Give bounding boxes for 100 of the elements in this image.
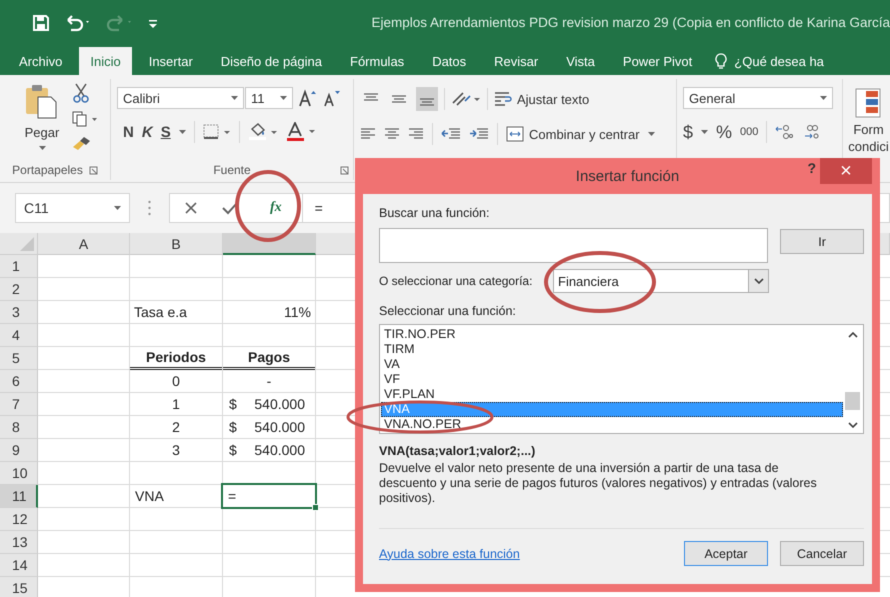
dialog-title: Insertar función xyxy=(576,168,680,184)
caret-icon[interactable] xyxy=(231,96,238,100)
grow-font-icon[interactable] xyxy=(299,89,317,107)
function-signature: VNA(tasa;valor1;valor2;...) xyxy=(379,444,536,458)
help-link[interactable]: Ayuda sobre esta función xyxy=(379,546,520,560)
ribbon-tab[interactable]: Diseño de página xyxy=(210,47,333,75)
function-item[interactable]: VNA.NO.PER xyxy=(381,417,843,432)
row-header[interactable]: 2 xyxy=(0,278,38,301)
font-color-icon[interactable] xyxy=(286,122,316,142)
row-header[interactable]: 14 xyxy=(0,554,38,577)
ribbon-tab[interactable]: Inicio xyxy=(79,47,132,75)
caret-icon[interactable] xyxy=(178,130,186,134)
function-item[interactable]: VF.PLAN xyxy=(381,387,843,402)
caret-icon[interactable] xyxy=(701,130,708,134)
currency-button[interactable]: $ xyxy=(683,122,694,142)
chevron-up-icon[interactable] xyxy=(848,332,858,338)
italic-button[interactable]: K xyxy=(142,124,153,140)
save-icon[interactable] xyxy=(32,14,50,32)
function-item[interactable]: TIRM xyxy=(381,342,843,357)
column-header[interactable]: A xyxy=(38,233,130,255)
row-header[interactable]: 13 xyxy=(0,531,38,554)
align-right-icon[interactable] xyxy=(408,127,424,141)
checkmark-icon[interactable] xyxy=(222,201,238,215)
row-header[interactable]: 15 xyxy=(0,577,38,597)
align-center-icon[interactable] xyxy=(384,127,400,141)
tell-me-search[interactable]: ¿Qué desea ha xyxy=(734,54,824,68)
caret-icon[interactable] xyxy=(648,132,655,136)
dialog-button[interactable]: Aceptar xyxy=(684,541,768,566)
increase-decimal-icon[interactable] xyxy=(775,124,794,140)
category-dropdown[interactable]: Financiera xyxy=(553,269,769,293)
underline-button[interactable]: S xyxy=(160,124,171,140)
merge-center-button[interactable]: Combinar y centrar xyxy=(506,126,640,142)
font-size-dropdown[interactable]: 11 xyxy=(245,87,293,109)
undo-icon[interactable] xyxy=(64,14,92,32)
function-item[interactable]: VA xyxy=(381,357,843,372)
orientation-icon[interactable] xyxy=(451,91,481,107)
percent-button[interactable]: % xyxy=(716,122,732,142)
ribbon-tab[interactable]: Power Pivot xyxy=(612,47,704,75)
insert-function-button[interactable]: fx xyxy=(262,200,290,216)
ribbon-tab[interactable]: Vista xyxy=(555,47,606,75)
function-label: Seleccionar una función: xyxy=(379,304,517,318)
scrollbar-thumb[interactable] xyxy=(845,392,860,410)
window-title: Ejemplos Arrendamientos PDG revision marzo 29 (Copia en conflicto de Karina García xyxy=(372,15,890,30)
table-cell-text: 540.000 xyxy=(253,418,306,437)
number-format-dropdown[interactable]: General xyxy=(683,87,833,109)
help-button[interactable]: ? xyxy=(807,160,816,176)
decrease-indent-icon[interactable] xyxy=(441,127,461,141)
ribbon-tab[interactable]: Archivo xyxy=(8,47,74,75)
chevron-down-icon[interactable] xyxy=(754,278,764,284)
function-item[interactable]: VF xyxy=(381,372,843,387)
grip-icon[interactable] xyxy=(148,200,151,216)
currency-symbol: $ xyxy=(228,418,238,437)
column-header[interactable]: B xyxy=(130,233,223,255)
align-left-icon[interactable] xyxy=(360,127,376,141)
chevron-down-icon[interactable] xyxy=(848,422,858,428)
dialog-button[interactable]: Cancelar xyxy=(780,541,864,566)
caret-icon[interactable] xyxy=(38,146,46,150)
ribbon-tab[interactable]: Datos xyxy=(421,47,478,75)
launcher-icon[interactable] xyxy=(340,166,349,174)
bold-button[interactable]: N xyxy=(123,124,134,140)
paste-button[interactable]: Pegar xyxy=(24,125,60,140)
font-name-dropdown[interactable]: Calibri xyxy=(117,87,244,109)
scissors-icon[interactable] xyxy=(72,83,90,103)
row-header[interactable]: 12 xyxy=(0,508,38,531)
ribbon-tab[interactable]: Fórmulas xyxy=(339,47,416,75)
wrap-text-button[interactable]: Ajustar texto xyxy=(494,91,590,107)
wrap-text-icon[interactable] xyxy=(494,91,512,107)
vertical-align-button[interactable] xyxy=(416,87,438,111)
caret-icon[interactable] xyxy=(280,96,287,100)
row-header[interactable]: 10 xyxy=(0,462,38,485)
row-header[interactable]: 6 xyxy=(0,370,38,393)
row-header[interactable]: 4 xyxy=(0,324,38,347)
ribbon-tab[interactable]: Revisar xyxy=(483,47,550,75)
increase-indent-icon[interactable] xyxy=(469,127,489,141)
shrink-font-icon[interactable] xyxy=(323,89,341,107)
merge-cells-icon[interactable] xyxy=(506,126,524,142)
borders-icon[interactable] xyxy=(202,124,231,140)
ribbon-tab[interactable]: Insertar xyxy=(138,47,204,75)
close-button[interactable]: × xyxy=(820,158,872,184)
caret-icon[interactable] xyxy=(114,206,121,210)
fill-color-icon[interactable] xyxy=(248,123,278,141)
search-field[interactable] xyxy=(379,228,768,263)
column-header[interactable] xyxy=(223,233,316,255)
row-header[interactable]: 7 xyxy=(0,393,38,416)
go-button[interactable]: Ir xyxy=(780,229,864,254)
thousands-button[interactable]: 000 xyxy=(740,126,758,138)
row-header[interactable]: 5 xyxy=(0,347,38,370)
launcher-icon[interactable] xyxy=(88,166,98,174)
name-box[interactable]: C11 xyxy=(15,193,130,223)
cancel-icon[interactable] xyxy=(184,201,198,215)
row-header[interactable]: 3 xyxy=(0,301,38,324)
row-header[interactable]: 8 xyxy=(0,416,38,439)
function-item[interactable]: TIR.NO.PER xyxy=(381,327,843,342)
caret-icon[interactable] xyxy=(820,96,827,100)
row-header[interactable]: 1 xyxy=(0,255,38,278)
brush-icon[interactable] xyxy=(72,135,92,151)
copy-icon[interactable] xyxy=(72,111,98,127)
conditional-format-button[interactable]: Form condici xyxy=(847,79,890,155)
row-header[interactable]: 11 xyxy=(0,485,38,508)
row-header[interactable]: 9 xyxy=(0,439,38,462)
